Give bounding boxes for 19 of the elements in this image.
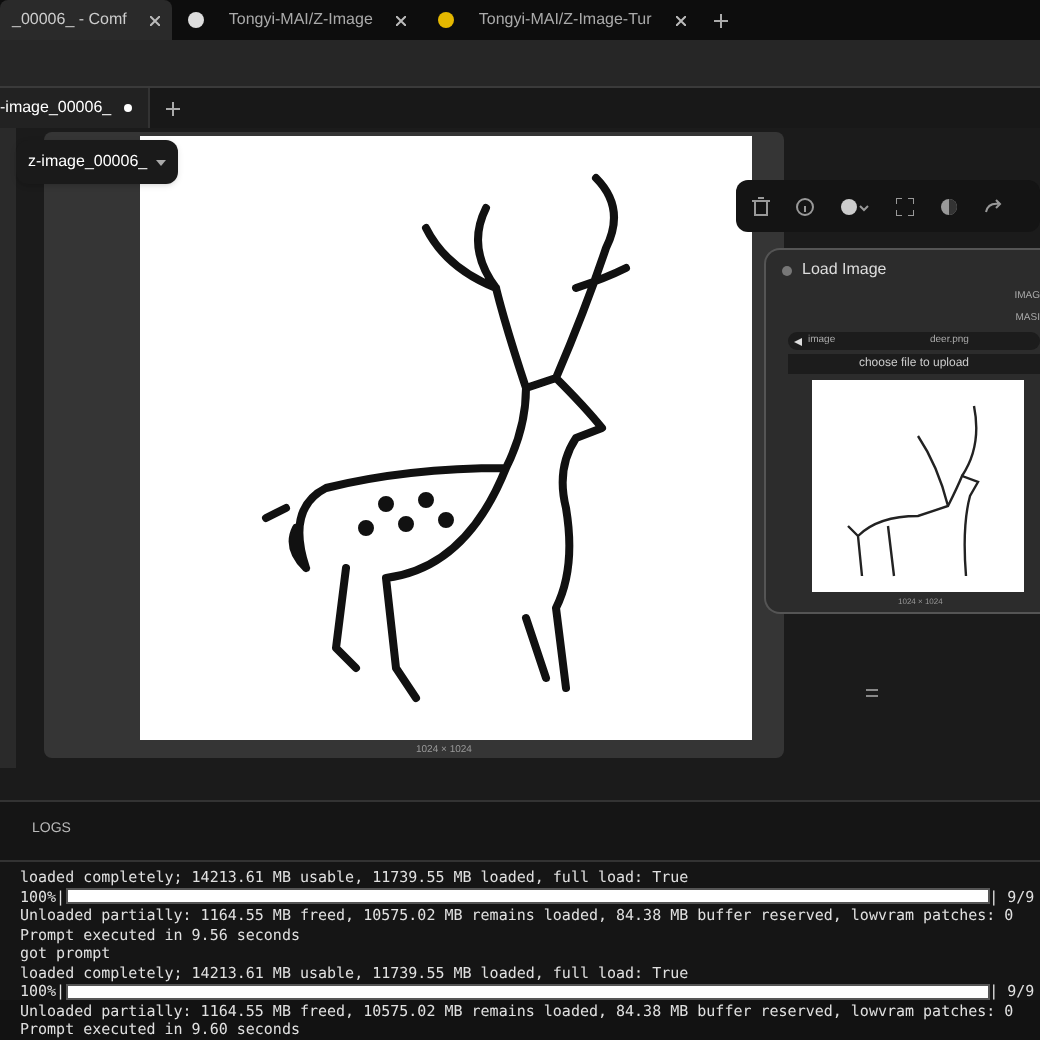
browser-tab[interactable]: _00006_ - Comf [0, 0, 173, 40]
image-dropdown[interactable]: z-image_00006_ [16, 140, 178, 184]
close-icon[interactable] [396, 15, 407, 25]
trash-icon[interactable] [752, 196, 770, 216]
plus-icon[interactable] [165, 101, 180, 115]
close-icon[interactable] [675, 15, 686, 25]
color-circle-icon[interactable] [840, 197, 870, 215]
browser-tab[interactable]: Tongyi-MAI/Z-Image-Tur [422, 0, 702, 40]
plus-icon[interactable] [713, 13, 728, 27]
left-arrow-icon[interactable] [794, 337, 802, 345]
node-title: Load Image [802, 258, 887, 282]
info-icon[interactable] [796, 197, 814, 215]
redo-icon[interactable] [984, 198, 1004, 214]
status-dot-icon [782, 265, 792, 275]
caret-icon [155, 159, 166, 165]
close-icon[interactable] [150, 15, 161, 25]
fit-view-icon[interactable] [896, 197, 914, 215]
workflow-tab[interactable]: -image_00006_ [0, 88, 150, 128]
browser-tab[interactable]: Tongyi-MAI/Z-Image [172, 0, 423, 40]
